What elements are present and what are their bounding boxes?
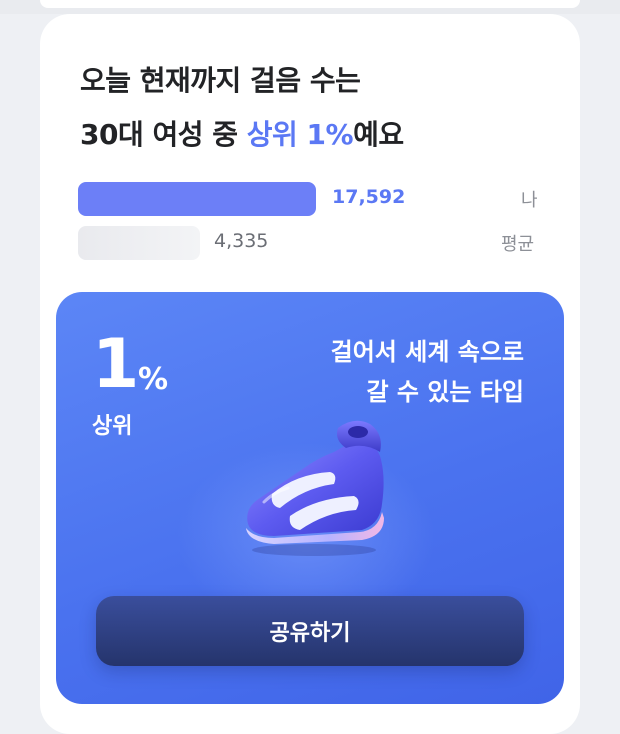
sneaker-illustration bbox=[246, 420, 384, 556]
steps-ranking-card: 오늘 현재까지 걸음 수는 30대 여성 중 상위 1%예요 17,592 나 … bbox=[40, 14, 580, 734]
type-line-2: 갈 수 있는 타입 bbox=[366, 378, 524, 406]
my-steps-bar bbox=[78, 182, 316, 216]
comparison-row-me: 17,592 나 bbox=[78, 182, 548, 216]
type-line-1: 걸어서 세계 속으로 bbox=[330, 338, 524, 366]
headline-line-2: 30대 여성 중 상위 1%예요 bbox=[80, 108, 540, 162]
headline-prefix: 30대 여성 중 bbox=[80, 118, 247, 151]
average-steps-label: 평균 bbox=[501, 234, 535, 255]
result-panel: 1 % 상위 걸어서 세계 속으로 갈 수 있는 타입 공유하기 bbox=[56, 292, 564, 704]
percentile-rank-label: 상위 bbox=[92, 414, 133, 439]
headline-accent: 상위 1% bbox=[246, 118, 354, 151]
average-steps-bar bbox=[78, 226, 200, 260]
share-button[interactable]: 공유하기 bbox=[96, 596, 524, 666]
my-steps-label: 나 bbox=[521, 190, 538, 211]
previous-card-edge bbox=[0, 0, 620, 14]
my-steps-value: 17,592 bbox=[332, 186, 406, 208]
comparison-row-average: 4,335 평균 bbox=[78, 226, 548, 260]
percentile-number: 1 bbox=[92, 325, 140, 404]
ranking-headline: 오늘 현재까지 걸음 수는 30대 여성 중 상위 1%예요 bbox=[80, 54, 540, 162]
average-steps-value: 4,335 bbox=[214, 230, 269, 252]
walker-type-description: 걸어서 세계 속으로 갈 수 있는 타입 bbox=[224, 332, 524, 412]
headline-suffix: 예요 bbox=[353, 118, 404, 151]
percentile-sign: % bbox=[138, 362, 169, 397]
headline-line-1: 오늘 현재까지 걸음 수는 bbox=[80, 64, 361, 97]
